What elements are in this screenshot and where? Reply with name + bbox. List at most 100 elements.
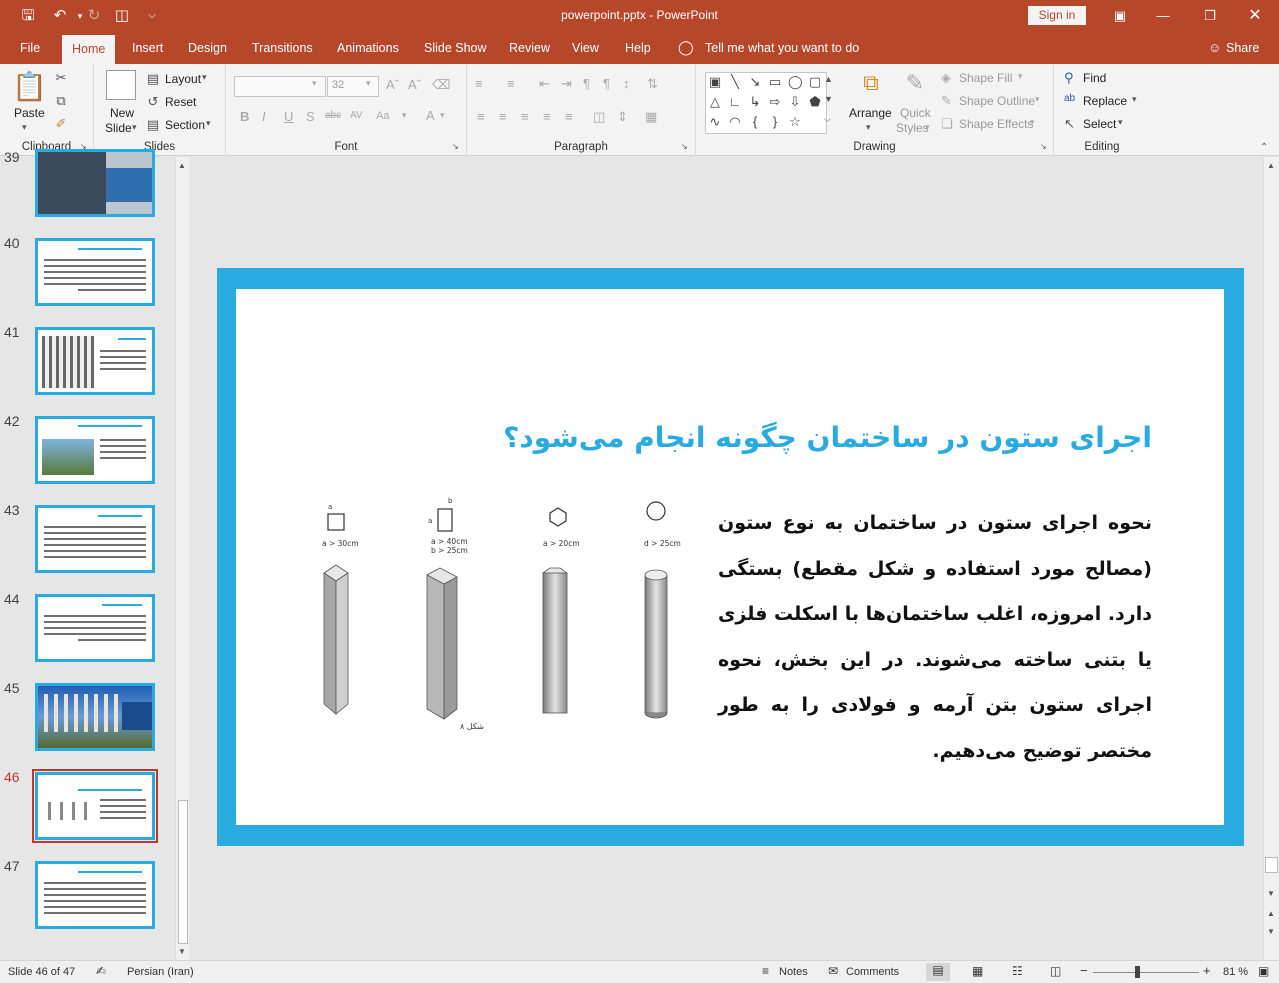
editor-scroll-up-icon[interactable]: ▲ bbox=[1267, 161, 1275, 170]
smartart-icon[interactable]: ▦ bbox=[645, 109, 657, 125]
reset-button[interactable]: Reset bbox=[165, 95, 196, 109]
thumbnail-slide-39[interactable] bbox=[35, 149, 155, 217]
cut-icon[interactable]: ✂ bbox=[52, 70, 70, 86]
paste-icon[interactable]: 📋 bbox=[12, 70, 47, 104]
close-icon[interactable]: ✕ bbox=[1240, 6, 1270, 26]
select-button[interactable]: Select bbox=[1083, 117, 1116, 131]
distributed-icon[interactable]: ≡ bbox=[565, 109, 573, 124]
strikethrough-icon[interactable]: abc bbox=[325, 110, 341, 121]
tab-transitions[interactable]: Transitions bbox=[252, 41, 313, 55]
sign-in-button[interactable]: Sign in bbox=[1028, 6, 1086, 25]
triangle-shape-icon[interactable]: △ bbox=[708, 95, 722, 109]
align-right-icon[interactable]: ≡ bbox=[521, 109, 529, 124]
find-button[interactable]: Find bbox=[1083, 71, 1106, 85]
shapes-gallery[interactable]: ▣ ╲ ↘ ▭ ◯ ▢ △ ∟ ↳ ⇨ ⇩ ⬟ ∿ ◠ { } ☆ bbox=[705, 72, 827, 134]
shapes-scroll-down-icon[interactable]: ▼ bbox=[824, 94, 833, 104]
notes-icon[interactable]: ≡ bbox=[762, 964, 769, 978]
font-launcher-icon[interactable]: ↘ bbox=[452, 142, 459, 151]
editor-scrollbar[interactable]: ▲ ▼ ▲ ▼ bbox=[1263, 157, 1279, 960]
normal-view-icon[interactable]: ▤ bbox=[926, 963, 950, 981]
fit-to-window-icon[interactable]: ▣ bbox=[1258, 964, 1269, 978]
line-shape-icon[interactable]: ╲ bbox=[728, 75, 742, 89]
arrange-icon[interactable]: ⧉ bbox=[856, 70, 886, 100]
align-left-icon[interactable]: ≡ bbox=[477, 109, 485, 124]
reset-icon[interactable]: ↺ bbox=[146, 94, 160, 110]
elbow-arrow-shape-icon[interactable]: ↳ bbox=[748, 95, 762, 109]
new-slide-label-1[interactable]: New bbox=[110, 106, 134, 120]
language-indicator[interactable]: Persian (Iran) bbox=[127, 966, 194, 978]
thumbnail-scrollbar[interactable]: ▲ ▼ bbox=[175, 157, 189, 960]
paragraph-launcher-icon[interactable]: ↘ bbox=[681, 142, 688, 151]
font-size-combo[interactable]: 32 bbox=[327, 76, 379, 97]
paste-button[interactable]: Paste bbox=[14, 106, 45, 120]
tab-animations[interactable]: Animations bbox=[337, 41, 399, 55]
scrollbar-thumb[interactable] bbox=[178, 800, 188, 944]
tab-home[interactable]: Home bbox=[62, 35, 116, 64]
align-center-icon[interactable]: ≡ bbox=[499, 109, 507, 124]
shapes-scroll-up-icon[interactable]: ▲ bbox=[824, 74, 833, 84]
new-slide-dropdown-icon[interactable]: ▾ bbox=[132, 122, 137, 133]
curve-shape-icon[interactable]: ∿ bbox=[708, 115, 722, 129]
tab-design[interactable]: Design bbox=[188, 41, 227, 55]
shape-effects-icon[interactable]: ❏ bbox=[941, 116, 953, 132]
ribbon-display-options-icon[interactable]: ▣ bbox=[1105, 6, 1135, 26]
increase-indent-icon[interactable]: ⇥ bbox=[561, 76, 572, 92]
tab-help[interactable]: Help bbox=[625, 41, 651, 55]
brace-right-shape-icon[interactable]: } bbox=[768, 115, 782, 129]
replace-button[interactable]: Replace bbox=[1083, 94, 1127, 108]
rounded-rect-shape-icon[interactable]: ▢ bbox=[808, 75, 822, 89]
zoom-slider-thumb[interactable] bbox=[1135, 966, 1140, 978]
text-shadow-icon[interactable]: S bbox=[306, 109, 315, 124]
new-slide-icon[interactable] bbox=[106, 70, 136, 100]
section-icon[interactable]: ▤ bbox=[146, 117, 160, 133]
thumbnail-slide-40[interactable] bbox=[35, 238, 155, 306]
arc-shape-icon[interactable]: ◠ bbox=[728, 115, 742, 129]
font-size-dropdown-icon[interactable]: ▾ bbox=[366, 78, 371, 89]
shape-fill-dropdown-icon[interactable]: ▾ bbox=[1018, 71, 1023, 82]
quick-styles-label-2[interactable]: Styles bbox=[896, 121, 929, 135]
thumbnail-slide-45[interactable] bbox=[35, 683, 155, 751]
select-dropdown-icon[interactable]: ▾ bbox=[1118, 117, 1123, 128]
editor-scrollbar-thumb[interactable] bbox=[1265, 857, 1278, 873]
current-slide[interactable]: اجرای ستون در ساختمان چگونه انجام می‌شود… bbox=[217, 268, 1244, 846]
shape-effects-dropdown-icon[interactable]: ▾ bbox=[1030, 117, 1035, 128]
elbow-connector-shape-icon[interactable]: ∟ bbox=[728, 95, 742, 109]
align-text-icon[interactable]: ⇕ bbox=[617, 109, 628, 125]
section-button[interactable]: Section bbox=[165, 118, 205, 132]
italic-icon[interactable]: I bbox=[262, 109, 266, 124]
decrease-font-size-icon[interactable]: Aˇ bbox=[408, 77, 421, 92]
thumbnail-slide-44[interactable] bbox=[35, 594, 155, 662]
shape-fill-button[interactable]: Shape Fill bbox=[959, 71, 1012, 85]
shape-fill-icon[interactable]: ◈ bbox=[941, 70, 951, 86]
ltr-icon[interactable]: ¶ bbox=[603, 76, 610, 91]
new-slide-label-2[interactable]: Slide bbox=[105, 121, 132, 135]
minimize-icon[interactable]: — bbox=[1148, 6, 1178, 26]
zoom-out-icon[interactable]: − bbox=[1080, 963, 1088, 978]
shape-outline-dropdown-icon[interactable]: ▾ bbox=[1035, 94, 1040, 105]
zoom-slider-track[interactable] bbox=[1093, 972, 1199, 973]
next-slide-icon[interactable]: ▼ bbox=[1267, 927, 1275, 936]
brace-left-shape-icon[interactable]: { bbox=[748, 115, 762, 129]
columns-icon[interactable]: ◫ bbox=[593, 109, 605, 125]
layout-icon[interactable]: ▤ bbox=[146, 71, 160, 87]
previous-slide-icon[interactable]: ▲ bbox=[1267, 909, 1275, 918]
scroll-down-icon[interactable]: ▼ bbox=[178, 947, 186, 956]
tell-me-search[interactable]: Tell me what you want to do bbox=[705, 41, 859, 55]
slide-body-text[interactable]: نحوه اجرای ستون در ساختمان به نوع ستون (… bbox=[718, 501, 1152, 774]
replace-icon[interactable]: ab bbox=[1064, 93, 1075, 104]
comments-icon[interactable]: ✉ bbox=[828, 964, 838, 978]
collapse-ribbon-icon[interactable]: ⌃ bbox=[1260, 142, 1268, 153]
find-icon[interactable]: ⚲ bbox=[1064, 70, 1074, 86]
arrange-dropdown-icon[interactable]: ▾ bbox=[866, 122, 871, 133]
textbox-shape-icon[interactable]: ▣ bbox=[708, 75, 722, 89]
font-name-dropdown-icon[interactable]: ▾ bbox=[312, 78, 317, 89]
character-spacing-icon[interactable]: AV bbox=[350, 110, 363, 121]
zoom-level[interactable]: 81 % bbox=[1223, 966, 1248, 978]
thumbnail-slide-43[interactable] bbox=[35, 505, 155, 573]
replace-dropdown-icon[interactable]: ▾ bbox=[1132, 94, 1137, 105]
line-spacing-icon[interactable]: ↕ bbox=[623, 76, 630, 91]
shapes-more-icon[interactable]: ⌵ bbox=[824, 114, 831, 125]
text-direction-icon[interactable]: ⇅ bbox=[647, 76, 658, 92]
reading-view-icon[interactable]: ☷ bbox=[1012, 964, 1023, 978]
share-button[interactable]: Share bbox=[1226, 41, 1259, 55]
